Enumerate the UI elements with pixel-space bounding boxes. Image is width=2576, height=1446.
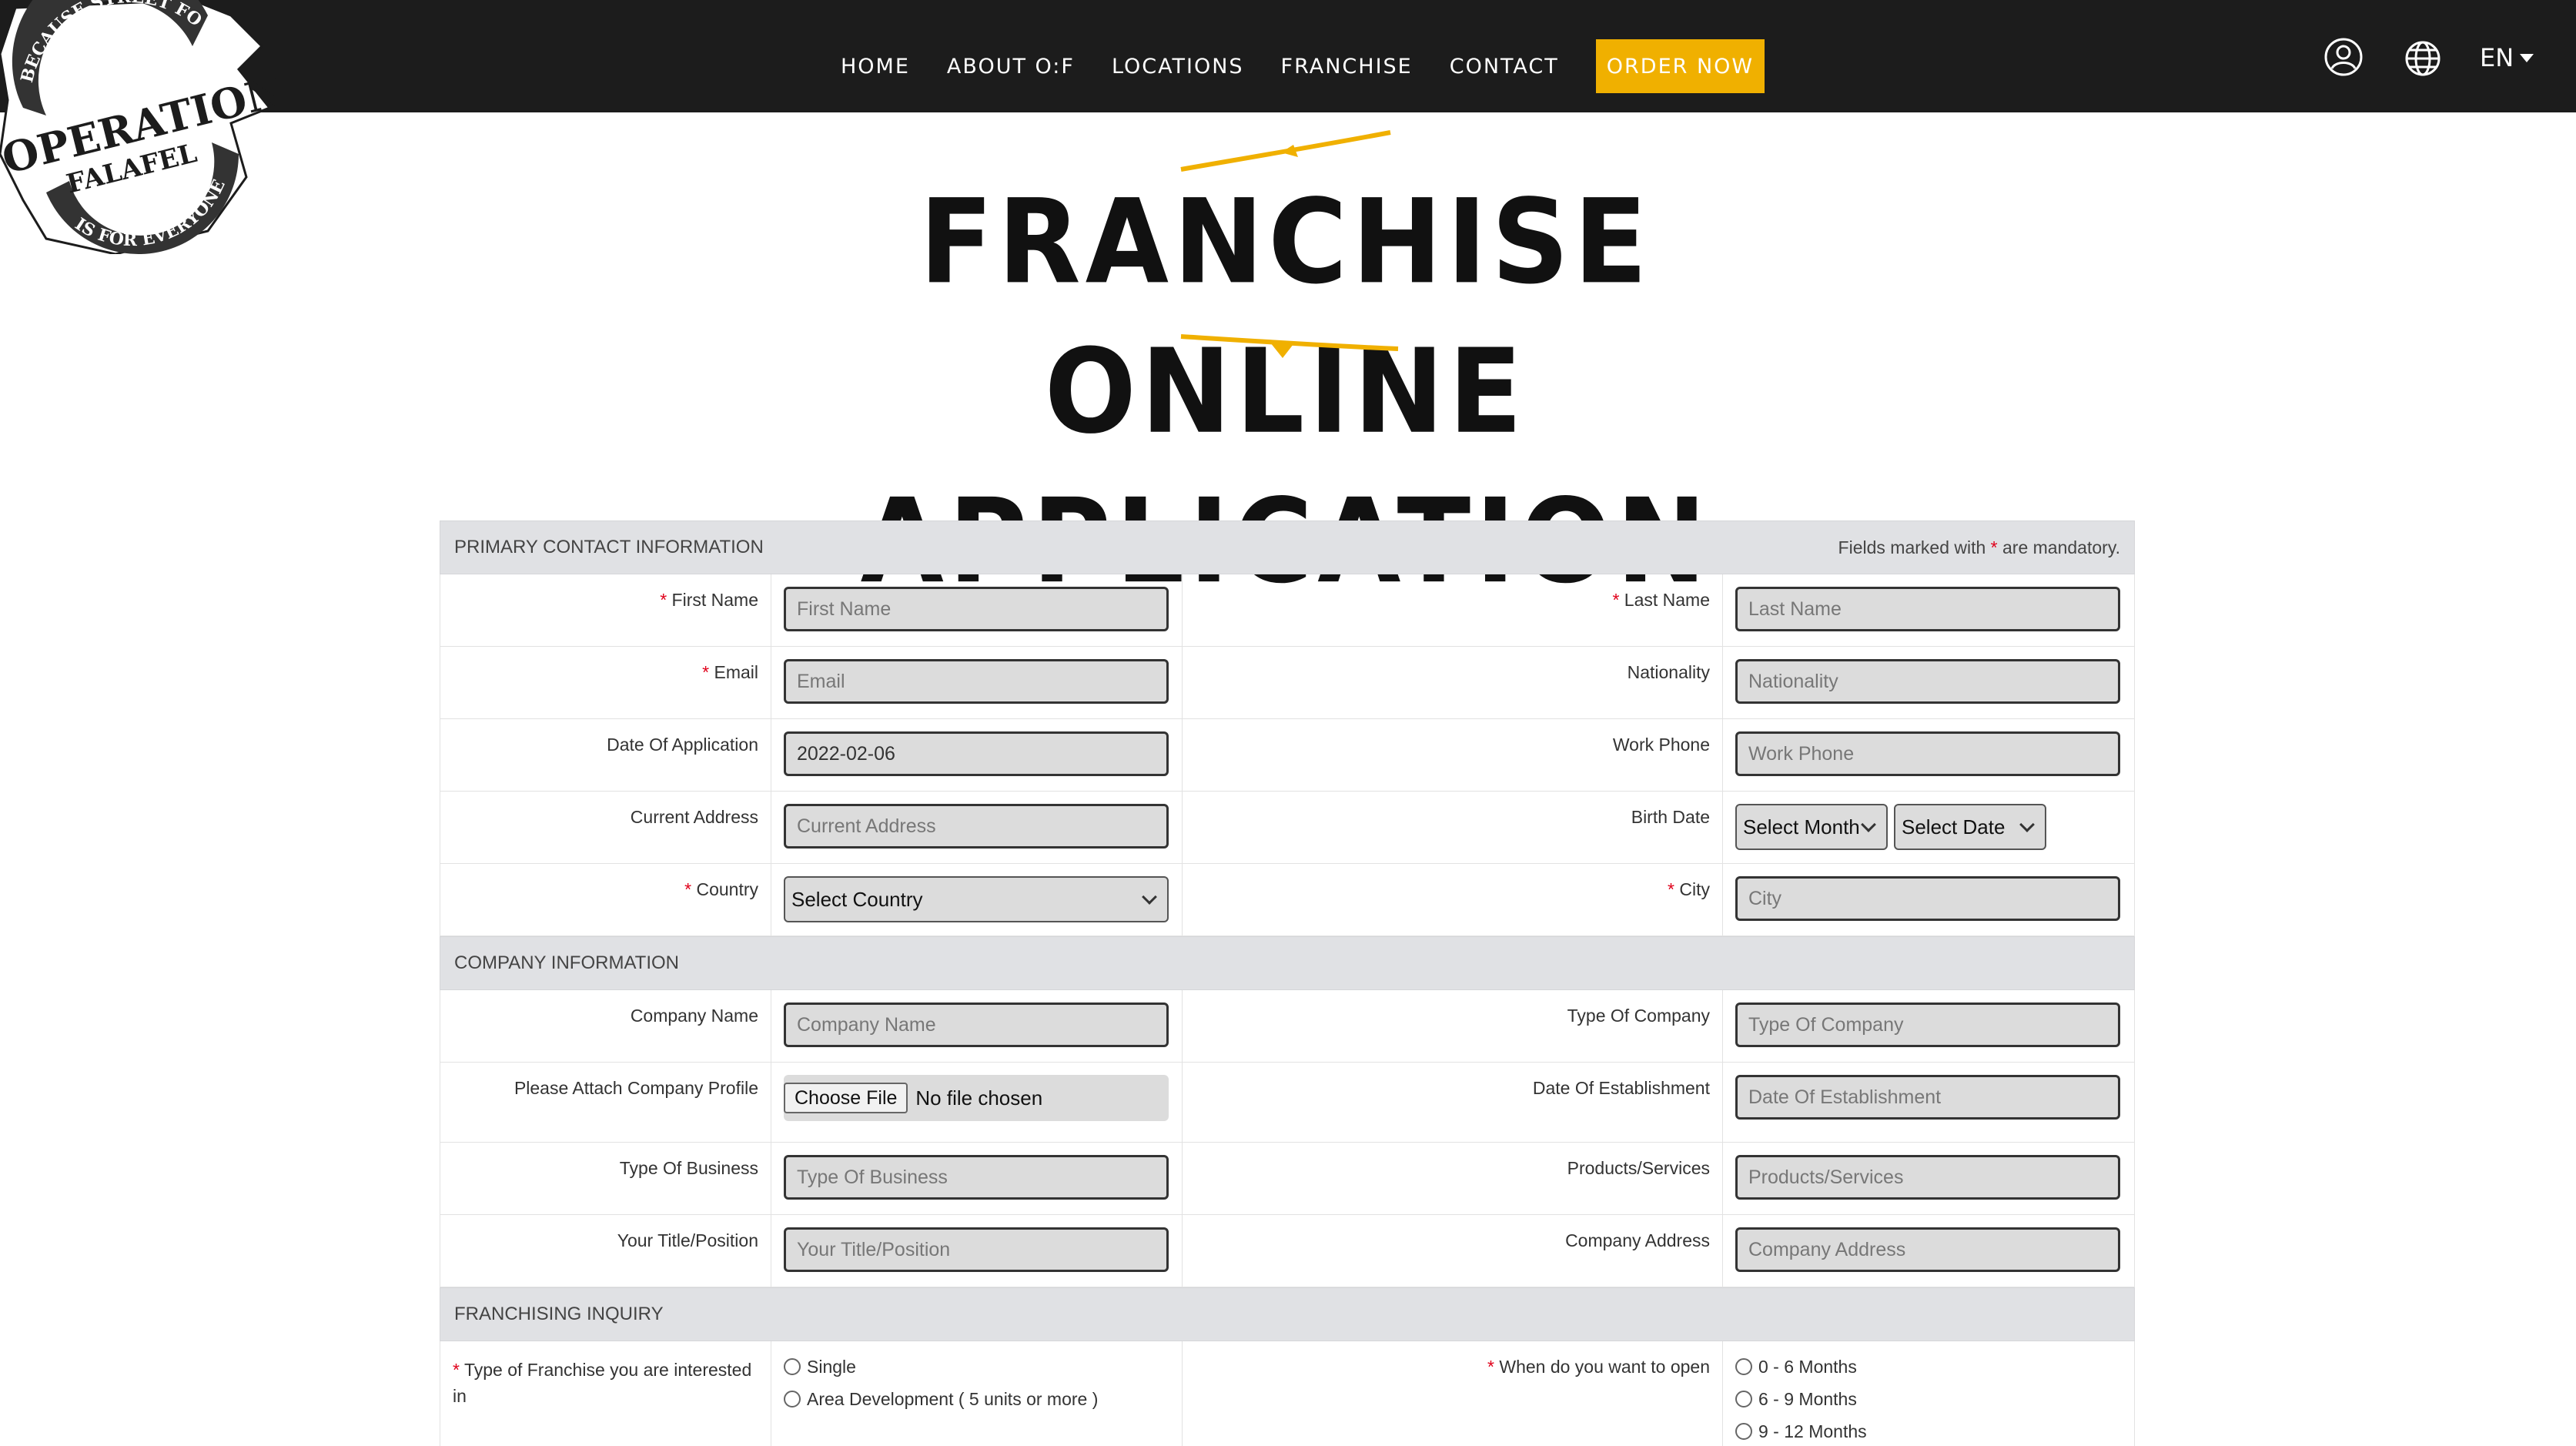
date-of-application-label: Date Of Application (440, 719, 771, 791)
nationality-label: Nationality (1183, 647, 1723, 718)
last-name-input[interactable]: Last Name (1735, 587, 2120, 631)
products-services-input[interactable]: Products/Services (1735, 1155, 2120, 1200)
choose-file-button[interactable]: Choose File (784, 1083, 908, 1113)
section-title: COMPANY INFORMATION (454, 952, 680, 973)
radio-button[interactable] (784, 1391, 801, 1408)
form-row: Current Address Current Address Birth Da… (440, 792, 2135, 864)
form-row: * First Name First Name * Last Name Last… (440, 574, 2135, 647)
birth-date-select[interactable]: Select Date (1894, 804, 2046, 850)
form-row: Date Of Application 2022-02-06 Work Phon… (440, 719, 2135, 792)
order-now-button[interactable]: ORDER NOW (1595, 39, 1765, 93)
last-name-label: * Last Name (1183, 574, 1723, 646)
form-row: Please Attach Company Profile Choose Fil… (440, 1063, 2135, 1143)
date-of-establishment-label: Date Of Establishment (1183, 1063, 1723, 1142)
products-services-label: Products/Services (1183, 1143, 1723, 1214)
chevron-down-icon (1861, 817, 1876, 832)
email-label: * Email (440, 647, 771, 718)
chevron-down-icon (1142, 889, 1157, 905)
language-selector[interactable]: EN (2480, 43, 2534, 72)
franchise-type-area-option[interactable]: Area Development ( 5 units or more ) (784, 1383, 1169, 1415)
company-name-label: Company Name (440, 990, 771, 1062)
company-name-input[interactable]: Company Name (784, 1002, 1169, 1047)
type-of-company-input[interactable]: Type Of Company (1735, 1002, 2120, 1047)
franchise-type-single-option[interactable]: Single (784, 1351, 1169, 1383)
type-of-business-input[interactable]: Type Of Business (784, 1155, 1169, 1200)
form-row: * Country Select Country * City City (440, 864, 2135, 936)
city-input[interactable]: City (1735, 876, 2120, 921)
company-profile-file-input[interactable]: Choose File No file chosen (784, 1075, 1169, 1121)
franchise-application-form: PRIMARY CONTACT INFORMATION Fields marke… (440, 520, 2135, 1446)
type-of-business-label: Type Of Business (440, 1143, 771, 1214)
radio-button[interactable] (784, 1358, 801, 1375)
nav-locations-link[interactable]: LOCATIONS (1112, 55, 1244, 79)
form-row: * Type of Franchise you are interested i… (440, 1341, 2135, 1446)
date-of-application-input[interactable]: 2022-02-06 (784, 731, 1169, 776)
form-row: * Email Email Nationality Nationality (440, 647, 2135, 719)
franchise-type-label: * Type of Franchise you are interested i… (440, 1341, 771, 1446)
country-label: * Country (440, 864, 771, 936)
current-address-input[interactable]: Current Address (784, 804, 1169, 849)
current-address-label: Current Address (440, 792, 771, 863)
country-select[interactable]: Select Country (784, 876, 1169, 922)
open-6-9-option[interactable]: 6 - 9 Months (1735, 1383, 2122, 1415)
first-name-input[interactable]: First Name (784, 587, 1169, 631)
form-row: Type Of Business Type Of Business Produc… (440, 1143, 2135, 1215)
operation-falafel-logo[interactable]: BECAUSE STREET FOOD IS FOR EVERYONE OPER… (0, 0, 277, 254)
company-info-header: COMPANY INFORMATION (440, 936, 2135, 990)
radio-button[interactable] (1735, 1423, 1752, 1440)
form-row: Your Title/Position Your Title/Position … (440, 1215, 2135, 1287)
language-label: EN (2480, 43, 2514, 72)
top-nav-bar: HOME ABOUT O:F LOCATIONS FRANCHISE CONTA… (0, 0, 2576, 112)
nav-contact-link[interactable]: CONTACT (1450, 55, 1559, 79)
birth-date-label: Birth Date (1183, 792, 1723, 863)
company-address-input[interactable]: Company Address (1735, 1227, 2120, 1272)
radio-button[interactable] (1735, 1358, 1752, 1375)
chevron-down-icon (2520, 53, 2534, 62)
city-label: * City (1183, 864, 1723, 936)
primary-contact-header: PRIMARY CONTACT INFORMATION Fields marke… (440, 520, 2135, 574)
date-of-establishment-input[interactable]: Date Of Establishment (1735, 1075, 2120, 1120)
user-account-icon[interactable] (2323, 37, 2364, 77)
company-address-label: Company Address (1183, 1215, 1723, 1287)
work-phone-input[interactable]: Work Phone (1735, 731, 2120, 776)
section-title: FRANCHISING INQUIRY (454, 1304, 664, 1324)
title-position-label: Your Title/Position (440, 1215, 771, 1287)
open-when-label: * When do you want to open (1183, 1341, 1723, 1446)
title-position-input[interactable]: Your Title/Position (784, 1227, 1169, 1272)
title-bottom-decoration (1180, 334, 1399, 358)
open-0-6-option[interactable]: 0 - 6 Months (1735, 1351, 2122, 1383)
work-phone-label: Work Phone (1183, 719, 1723, 791)
nav-home-link[interactable]: HOME (841, 55, 910, 79)
form-row: Company Name Company Name Type Of Compan… (440, 990, 2135, 1063)
globe-icon[interactable] (2404, 40, 2441, 77)
chevron-down-icon (2019, 817, 2035, 832)
section-title: PRIMARY CONTACT INFORMATION (454, 537, 764, 557)
file-status: No file chosen (915, 1086, 1043, 1110)
birth-month-select[interactable]: Select Month (1735, 804, 1888, 850)
company-profile-label: Please Attach Company Profile (440, 1063, 771, 1142)
first-name-label: * First Name (440, 574, 771, 646)
type-of-company-label: Type Of Company (1183, 990, 1723, 1062)
main-menu: HOME ABOUT O:F LOCATIONS FRANCHISE CONTA… (841, 38, 1765, 94)
email-input[interactable]: Email (784, 659, 1169, 704)
radio-button[interactable] (1735, 1391, 1752, 1408)
mandatory-note: Fields marked with * are mandatory. (1838, 537, 2120, 557)
open-9-12-option[interactable]: 9 - 12 Months (1735, 1415, 2122, 1446)
nav-franchise-link[interactable]: FRANCHISE (1281, 55, 1413, 79)
franchising-inquiry-header: FRANCHISING INQUIRY (440, 1287, 2135, 1341)
nav-about-link[interactable]: ABOUT O:F (947, 55, 1075, 79)
nationality-input[interactable]: Nationality (1735, 659, 2120, 704)
